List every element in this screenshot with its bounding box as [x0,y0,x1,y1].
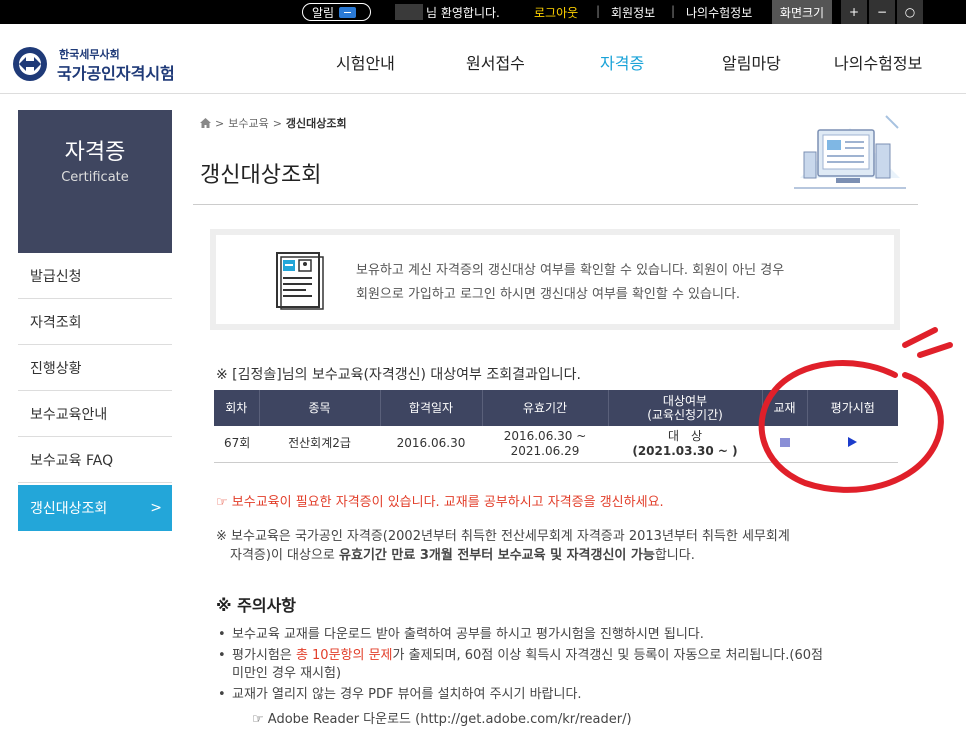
textbook-download-icon[interactable] [779,438,790,448]
cell-valid-l2: 2021.06.29 [510,443,580,458]
cell-target: 대 상 (2021.03.30 ~ ) [608,426,762,463]
sidebar-subtitle: Certificate [61,170,129,185]
member-info-link[interactable]: 회원정보 [611,4,655,21]
renewal-needed-notice: ☞ 보수교육이 필요한 자격증이 있습니다. 교재를 공부하시고 자격증을 갱신… [216,495,664,510]
col-type: 종목 [259,390,381,426]
logout-link[interactable]: 로그아웃 [534,4,578,21]
sidebar-item-issue[interactable]: 발급신청 [18,253,172,299]
cell-type: 전산회계2급 [259,426,380,463]
info-text-line1: 보유하고 계신 자격증의 갱신대상 여부를 확인할 수 있습니다. 회원이 아닌… [356,263,785,278]
info-box: 보유하고 계신 자격증의 갱신대상 여부를 확인할 수 있습니다. 회원이 아닌… [210,229,900,330]
list-item: 평가시험은 총 10문항의 문제가 출제되며, 60점 이상 획득시 자격갱신 … [216,647,916,683]
page-title: 갱신대상조회 [200,163,322,188]
col-valid-period: 유효기간 [482,390,609,426]
sidebar-item-label: 발급신청 [30,268,82,285]
edu-note-line2a: 자격증)이 대상으로 [230,548,340,563]
username-mask [395,4,423,20]
logo-title[interactable]: 국가공인자격시험 [57,60,175,84]
cell-valid-period: 2016.06.30 ~ 2021.06.29 [482,426,608,463]
col-target: 대상여부 (교육신청기간) [608,390,763,426]
my-exam-info-link[interactable]: 나의수험정보 [686,4,752,21]
edu-note-line2b: 유효기간 만료 3개월 전부터 보수교육 및 자격갱신이 가능 [339,548,655,563]
edu-note-line1: ※ 보수교육은 국가공인 자격증(2002년부터 취득한 전산세무회계 자격증과… [216,529,790,544]
sidebar-item-label: 갱신대상조회 [30,501,108,517]
caution2-a: 평가시험은 [232,648,296,663]
sidebar-item-label: 진행상황 [30,360,82,377]
title-divider [193,204,918,205]
cell-textbook [762,426,807,463]
cell-round: 67회 [214,426,259,463]
result-table: 회차 종목 합격일자 유효기간 대상여부 (교육신청기간) 교재 평가시험 67… [214,390,898,463]
font-plus-button[interactable]: + [840,0,867,24]
computer-illustration-icon [794,115,906,189]
caution2-b: 총 10문항의 문제 [295,648,393,663]
nav-my-exam-info[interactable]: 나의수험정보 [834,50,922,74]
font-size-label: 화면크기 [772,0,832,24]
cell-target-l1: 대 상 [667,428,703,443]
sidebar-item-edu-guide[interactable]: 보수교육안내 [18,391,172,437]
sidebar-item-edu-faq[interactable]: 보수교육 FAQ [18,437,172,483]
home-icon[interactable] [200,118,211,128]
cell-pass-date: 2016.06.30 [380,426,482,463]
col-target-l1: 대상여부 [662,394,708,408]
site-header: 한국세무사회 국가공인자격시험 시험안내 원서접수 자격증 알림마당 나의수험정… [0,24,966,94]
play-icon[interactable] [848,437,857,448]
sidebar-item-progress[interactable]: 진행상황 [18,345,172,391]
edu-note-line2c: 합니다. [654,548,695,563]
sidebar-item-renewal-lookup[interactable]: 갱신대상조회 > [18,485,172,531]
nav-certificate[interactable]: 자격증 [600,50,644,74]
col-target-l2: (교육신청기간) [647,408,723,422]
separator: | [671,4,676,18]
nav-application[interactable]: 원서접수 [466,50,525,74]
separator: | [596,4,601,18]
breadcrumb-current: 갱신대상조회 [285,117,347,130]
table-header-row: 회차 종목 합격일자 유효기간 대상여부 (교육신청기간) 교재 평가시험 [214,390,898,426]
edu-note: ※ 보수교육은 국가공인 자격증(2002년부터 취득한 전산세무회계 자격증과… [216,527,896,565]
chevron-right-icon: > [150,500,162,516]
cell-target-l2: (2021.03.30 ~ ) [632,443,738,458]
caution2-c: 가 출제되며, 60점 이상 획득시 자격갱신 및 등록이 자동으로 처리됩니다… [392,648,823,663]
font-reset-button[interactable]: ○ [896,0,923,24]
list-item: 보수교육 교재를 다운로드 받아 출력하여 공부를 하시고 평가시험을 진행하시… [216,626,916,644]
nav-exam-info[interactable]: 시험안내 [336,50,395,74]
sidebar-item-label: 보수교육안내 [30,406,108,423]
minus-icon [339,6,357,18]
breadcrumb-sep: > [272,116,282,130]
caution-title: ※ 주의사항 [216,596,297,615]
alert-toggle[interactable]: 알림 [302,3,371,21]
sidebar-title: 자격증 [64,140,126,165]
font-minus-button[interactable]: − [868,0,895,24]
adobe-reader-download-link[interactable]: ☞ Adobe Reader 다운로드 (http://get.adobe.co… [252,708,632,727]
alert-label: 알림 [312,5,335,20]
welcome-text: 님 환영합니다. [426,6,500,20]
top-bar: 알림 님 환영합니다. 로그아웃 | 회원정보 | 나의수험정보 화면크기 + … [0,0,966,24]
col-pass-date: 합격일자 [380,390,483,426]
document-icon [276,252,324,310]
result-title: ※ [김정솔]님의 보수교육(자격갱신) 대상여부 조회결과입니다. [216,367,581,383]
sidebar-header: 자격증 Certificate [18,110,172,253]
kacpta-logo-icon[interactable] [12,46,48,82]
breadcrumb: > 보수교육 > 갱신대상조회 [200,115,347,131]
cell-eval [807,426,898,463]
nav-notice[interactable]: 알림마당 [722,50,781,74]
col-textbook: 교재 [762,390,808,426]
sidebar-item-label: 보수교육 FAQ [30,452,114,469]
sidebar-item-cert-lookup[interactable]: 자격조회 [18,299,172,345]
col-round: 회차 [214,390,260,426]
caution2-d: 미만인 경우 재시험) [232,666,342,681]
list-item: 교재가 열리지 않는 경우 PDF 뷰어를 설치하여 주시기 바랍니다. [216,686,916,704]
col-eval: 평가시험 [807,390,898,426]
breadcrumb-parent[interactable]: 보수교육 [228,115,268,131]
table-row: 67회 전산회계2급 2016.06.30 2016.06.30 ~ 2021.… [214,426,898,463]
sidebar-item-label: 자격조회 [30,314,82,331]
cell-valid-l1: 2016.06.30 ~ [503,428,587,443]
caution-list: 보수교육 교재를 다운로드 받아 출력하여 공부를 하시고 평가시험을 진행하시… [216,626,916,707]
breadcrumb-sep: > [215,116,225,130]
info-text-line2: 회원으로 가입하고 로그인 하시면 갱신대상 여부를 확인할 수 있습니다. [356,287,741,302]
